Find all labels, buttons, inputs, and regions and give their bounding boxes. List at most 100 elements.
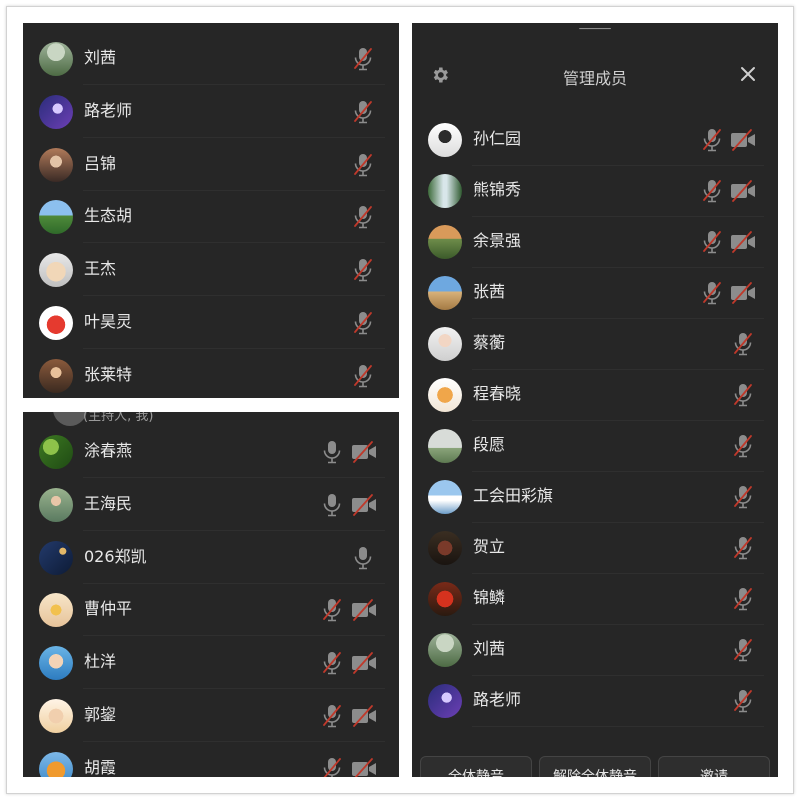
mute-all-button[interactable]: 全体静音 (420, 756, 532, 777)
camera-off-icon[interactable] (351, 705, 377, 727)
avatar (39, 358, 73, 393)
mic-icon[interactable] (321, 439, 343, 465)
camera-off-icon[interactable] (351, 757, 377, 777)
mic-muted-icon[interactable] (732, 688, 754, 714)
mic-icon[interactable] (321, 492, 343, 518)
close-icon (741, 67, 755, 81)
member-row[interactable]: 吕锦 (23, 139, 399, 191)
avatar (428, 684, 462, 718)
camera-off-icon[interactable] (351, 599, 377, 622)
member-row[interactable]: 王海民 (23, 479, 399, 531)
member-row[interactable]: 王杰 (23, 244, 399, 297)
member-name: 叶昊灵 (84, 312, 133, 331)
avatar (428, 429, 462, 463)
mic-muted-icon[interactable] (352, 152, 374, 178)
member-row[interactable]: 段愿 (412, 420, 778, 472)
camera-off-icon[interactable] (351, 493, 377, 516)
mic-muted-icon[interactable] (321, 597, 343, 623)
top-scrolled-text: ──── (579, 27, 611, 37)
member-name: 锦鳞 (473, 588, 506, 607)
member-name: 刘茜 (84, 48, 117, 67)
host-avatar (53, 412, 87, 426)
unmute-all-button[interactable]: 解除全体静音 (539, 756, 651, 777)
member-row[interactable]: 叶昊灵 (23, 297, 399, 349)
mic-muted-icon[interactable] (321, 703, 343, 729)
member-name: 杜洋 (84, 652, 117, 672)
member-row[interactable]: 张茜 (412, 267, 778, 319)
mic-muted-icon[interactable] (732, 637, 754, 663)
avatar (428, 123, 462, 157)
member-name: 段愿 (473, 435, 506, 454)
member-row[interactable]: 路老师 (412, 675, 778, 727)
mic-muted-icon[interactable] (352, 204, 374, 230)
member-row[interactable]: 张莱特 (23, 350, 399, 398)
mic-muted-icon[interactable] (732, 484, 754, 510)
mic-muted-icon[interactable] (732, 586, 754, 612)
panel-header: 管理成员 (412, 51, 778, 99)
member-name: 王海民 (84, 493, 133, 513)
camera-off-icon[interactable] (351, 441, 377, 463)
member-row[interactable]: 贺立 (412, 522, 778, 574)
member-row[interactable]: 曹仲平 (23, 584, 399, 637)
mic-muted-icon[interactable] (352, 257, 374, 283)
member-row[interactable]: 刘茜 (412, 624, 778, 676)
member-row[interactable]: 路老师 (23, 86, 399, 138)
member-row[interactable]: 026郑凯 (23, 532, 399, 584)
avatar (428, 480, 462, 514)
member-name: 026郑凯 (84, 546, 147, 566)
camera-off-icon[interactable] (730, 282, 756, 304)
camera-off-icon[interactable] (730, 129, 756, 151)
member-name: 余景强 (473, 231, 522, 250)
member-row[interactable]: 蔡蘅 (412, 318, 778, 370)
member-row[interactable]: 余景强 (412, 216, 778, 268)
mic-muted-icon[interactable] (732, 433, 754, 459)
mic-muted-icon[interactable] (352, 310, 374, 336)
member-row[interactable]: 生态胡 (23, 191, 399, 244)
avatar (39, 540, 73, 575)
member-name: 工会田彩旗 (473, 486, 554, 505)
member-name: 贺立 (473, 537, 506, 556)
member-row[interactable]: 工会田彩旗 (412, 471, 778, 523)
member-row[interactable]: 杜洋 (23, 637, 399, 690)
member-name: 路老师 (84, 100, 133, 120)
member-row[interactable]: 涂春燕 (23, 426, 399, 478)
mic-muted-icon[interactable] (732, 535, 754, 561)
member-name: 熊锦秀 (473, 180, 522, 199)
avatar (428, 378, 462, 412)
member-name: 胡霞 (84, 757, 117, 777)
camera-off-icon[interactable] (730, 180, 756, 202)
avatar (39, 751, 73, 777)
mic-muted-icon[interactable] (701, 280, 723, 306)
member-row[interactable]: 程春晓 (412, 369, 778, 421)
member-row[interactable]: 刘茜 (23, 33, 399, 85)
avatar (428, 327, 462, 361)
avatar (39, 94, 73, 129)
avatar (39, 42, 73, 76)
camera-off-icon[interactable] (351, 652, 377, 675)
member-row[interactable]: 孙仁园 (412, 114, 778, 166)
member-row[interactable]: 胡霞 (23, 743, 399, 777)
camera-off-icon[interactable] (730, 231, 756, 253)
mic-muted-icon[interactable] (352, 46, 374, 72)
participant-list-panel-bottom-left: (主持人, 我) 涂春燕 王海民 026郑凯 曹仲平 杜洋 郭鋆 胡霞 (23, 412, 399, 777)
invite-button[interactable]: 邀请 (658, 756, 770, 777)
mic-icon[interactable] (352, 545, 374, 571)
member-row[interactable]: 熊锦秀 (412, 165, 778, 217)
mic-muted-icon[interactable] (732, 331, 754, 357)
avatar (428, 276, 462, 310)
mic-muted-icon[interactable] (321, 650, 343, 676)
avatar (39, 435, 73, 469)
member-name: 张茜 (473, 282, 506, 301)
mic-muted-icon[interactable] (352, 363, 374, 389)
mic-muted-icon[interactable] (732, 382, 754, 408)
avatar (428, 582, 462, 616)
page-title: 管理成员 (562, 69, 627, 88)
avatar (428, 174, 462, 208)
member-row[interactable]: 锦鳞 (412, 573, 778, 625)
mic-muted-icon[interactable] (701, 127, 723, 153)
mic-muted-icon[interactable] (701, 229, 723, 255)
mic-muted-icon[interactable] (321, 756, 343, 777)
mic-muted-icon[interactable] (701, 178, 723, 204)
member-row[interactable]: 郭鋆 (23, 690, 399, 742)
mic-muted-icon[interactable] (352, 99, 374, 125)
